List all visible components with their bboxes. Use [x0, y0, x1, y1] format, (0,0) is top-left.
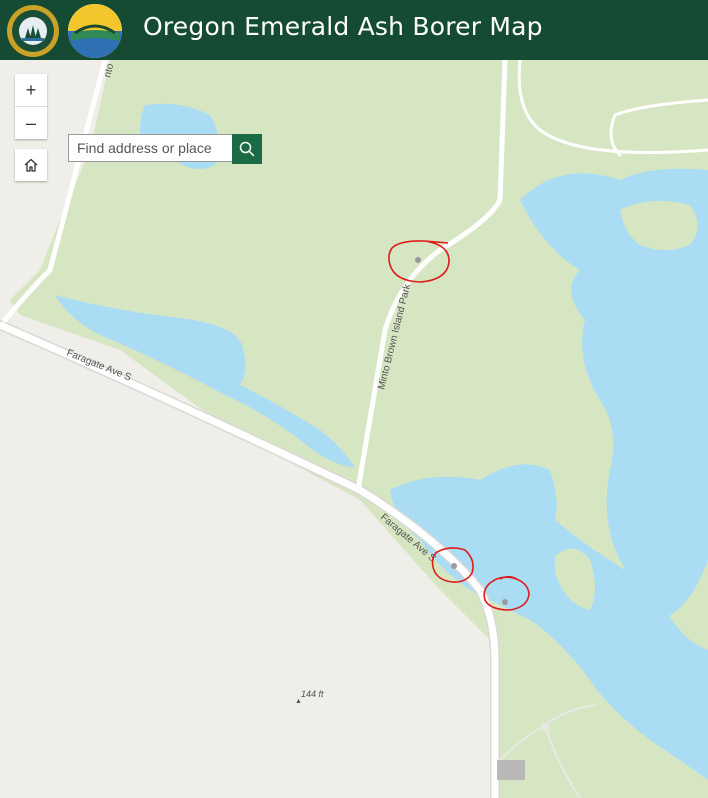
sighting-point[interactable]: [415, 257, 421, 263]
home-control: [15, 149, 47, 181]
app-header: Oregon Emerald Ash Borer Map: [0, 0, 708, 60]
forestry-seal-logo: [7, 5, 59, 57]
home-icon: [24, 158, 38, 172]
zoom-controls: + –: [15, 74, 47, 139]
parking-lot: [497, 760, 525, 780]
search-icon: [239, 141, 255, 157]
sighting-point[interactable]: [451, 563, 457, 569]
map-canvas[interactable]: Faragate Ave S Faragate Ave S Minto Brow…: [0, 60, 708, 798]
trail-junction: [541, 723, 549, 731]
zoom-in-button[interactable]: +: [15, 74, 47, 106]
zoom-out-button[interactable]: –: [15, 106, 47, 139]
sighting-point[interactable]: [502, 599, 508, 605]
map-view[interactable]: Faragate Ave S Faragate Ave S Minto Brow…: [0, 60, 708, 798]
search-button[interactable]: [232, 134, 262, 164]
state-logo: [68, 4, 122, 58]
elevation-label: 144 ft: [301, 689, 324, 699]
search-input[interactable]: [68, 134, 232, 162]
elevation-marker-icon: ▲: [295, 698, 302, 705]
search-bar: [68, 134, 264, 164]
page-title: Oregon Emerald Ash Borer Map: [143, 12, 543, 41]
home-button[interactable]: [15, 149, 47, 181]
